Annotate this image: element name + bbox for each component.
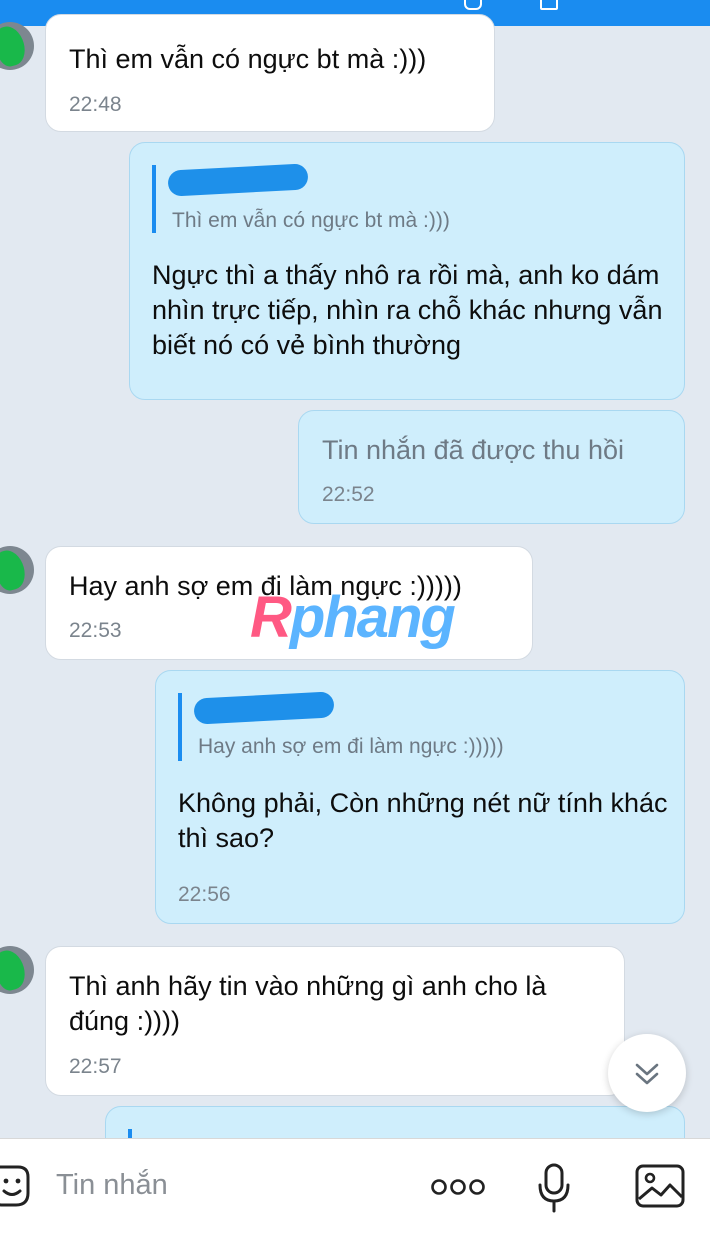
message-bubble-incoming[interactable]: Thì em vẫn có ngực bt mà :))) 22:48 <box>45 14 495 132</box>
quoted-message[interactable]: Thì em vẫn có ngực bt mà :))) <box>152 165 656 233</box>
message-bubble-outgoing[interactable]: Thì em vẫn có ngực bt mà :))) Ngực thì a… <box>129 142 685 400</box>
message-bubble-incoming[interactable]: Thì anh hãy tin vào những gì anh cho là … <box>45 946 625 1096</box>
quoted-text: Hay anh sợ em đi làm ngực :))))) <box>198 735 504 758</box>
message-time: 22:53 <box>69 619 122 642</box>
image-gallery-icon[interactable] <box>634 1163 686 1209</box>
avatar[interactable] <box>0 946 34 994</box>
message-text: Không phải, Còn những nét nữ tính khác t… <box>178 788 668 853</box>
message-input[interactable]: Tin nhắn <box>56 1169 168 1202</box>
message-text: Thì anh hãy tin vào những gì anh cho là … <box>69 971 547 1036</box>
message-time: 22:52 <box>322 483 375 506</box>
avatar[interactable] <box>0 546 34 594</box>
message-text: Thì em vẫn có ngực bt mà :))) <box>69 44 427 74</box>
scroll-to-bottom-button[interactable] <box>608 1034 686 1112</box>
message-bubble-outgoing[interactable]: Hay anh sợ em đi làm ngực :))))) Không p… <box>155 670 685 924</box>
avatar[interactable] <box>0 22 34 70</box>
quoted-message[interactable]: Hay anh sợ em đi làm ngực :))))) <box>178 693 662 761</box>
microphone-icon[interactable] <box>537 1163 571 1213</box>
message-input-bar: Tin nhắn <box>0 1138 710 1234</box>
header-icon[interactable] <box>464 0 482 10</box>
recalled-message-text: Tin nhắn đã được thu hồi <box>322 435 624 465</box>
quoted-text: Thì em vẫn có ngực bt mà :))) <box>172 209 450 232</box>
more-options-icon[interactable] <box>430 1177 486 1197</box>
chevron-double-down-icon <box>635 1063 659 1085</box>
message-time: 22:57 <box>69 1055 122 1078</box>
message-time: 22:56 <box>178 883 231 906</box>
message-time: 22:48 <box>69 93 122 116</box>
message-bubble-recalled[interactable]: Tin nhắn đã được thu hồi 22:52 <box>298 410 685 524</box>
watermark-logo: Rphang <box>250 585 456 650</box>
smile-sticker-icon[interactable] <box>0 1163 32 1209</box>
header-icon[interactable] <box>540 0 558 10</box>
message-text: Ngực thì a thấy nhô ra rồi mà, anh ko dá… <box>152 260 663 360</box>
